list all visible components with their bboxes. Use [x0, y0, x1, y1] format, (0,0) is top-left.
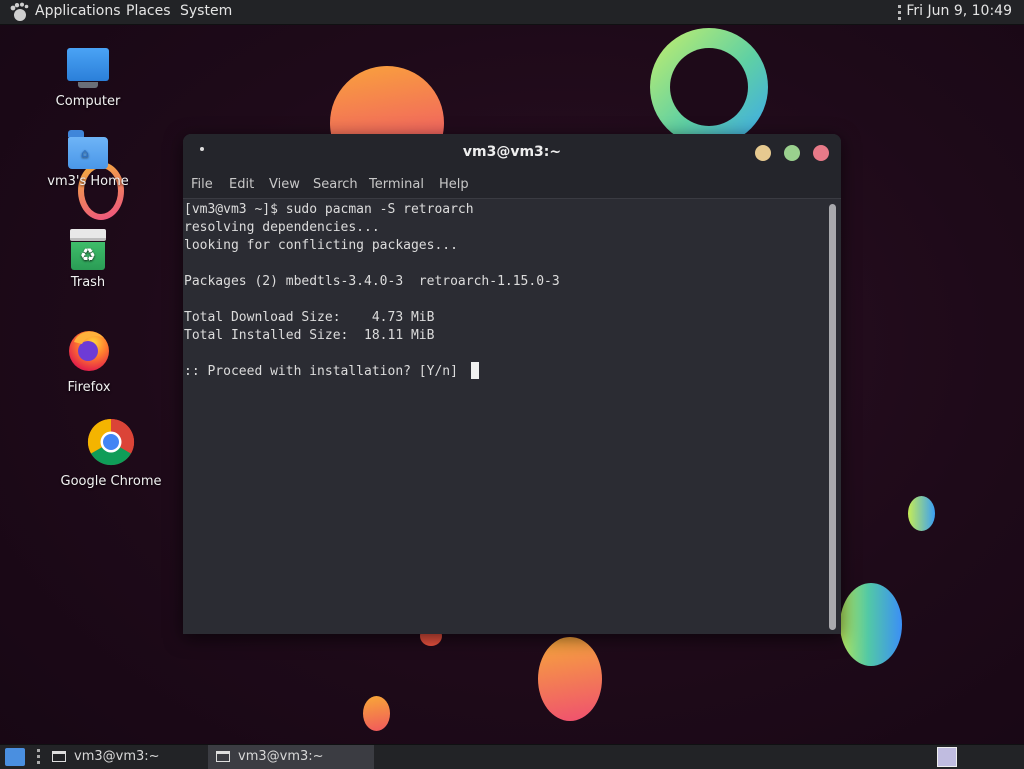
desktop-icon-computer[interactable]: Computer	[33, 48, 143, 109]
workspace-switcher-2[interactable]	[964, 747, 984, 767]
taskbar-item-label: vm3@vm3:~	[74, 749, 160, 764]
taskbar-item[interactable]: vm3@vm3:~	[44, 745, 204, 769]
menu-file[interactable]: File	[191, 177, 213, 192]
panel-handle	[37, 749, 40, 765]
show-desktop-icon[interactable]	[5, 748, 25, 766]
chrome-icon	[87, 418, 135, 466]
terminal-line: Total Download Size: 4.73 MiB	[184, 310, 435, 325]
wallpaper-shape	[908, 496, 935, 531]
menu-places[interactable]: Places	[126, 3, 171, 19]
window-title: vm3@vm3:~	[462, 144, 562, 160]
terminal-line: [vm3@vm3 ~]$ sudo pacman -S retroarch	[184, 202, 474, 217]
text-cursor	[471, 362, 479, 379]
menu-applications[interactable]: Applications	[35, 3, 121, 19]
terminal-window[interactable]: vm3@vm3:~ File Edit View Search Terminal…	[183, 134, 841, 634]
clock[interactable]: Fri Jun 9, 10:49	[906, 3, 1012, 19]
titlebar[interactable]: vm3@vm3:~	[183, 134, 841, 172]
bottom-panel: vm3@vm3:~ vm3@vm3:~	[0, 744, 1024, 769]
wallpaper-shape	[363, 696, 390, 731]
wallpaper-ring	[650, 28, 768, 146]
taskbar-item-active[interactable]: vm3@vm3:~	[208, 745, 374, 769]
menu-help[interactable]: Help	[439, 177, 469, 192]
menu-search[interactable]: Search	[313, 177, 358, 192]
scrollbar[interactable]	[829, 204, 836, 630]
terminal-line: resolving dependencies...	[184, 220, 380, 235]
wallpaper-shape	[538, 637, 602, 721]
close-button[interactable]	[813, 145, 829, 161]
desktop-icon-label: Trash	[70, 275, 106, 290]
desktop-icon-firefox[interactable]: Firefox	[34, 326, 144, 395]
wallpaper-shape	[840, 583, 902, 666]
menu-system[interactable]: System	[180, 3, 232, 19]
workspace-switcher-1[interactable]	[937, 747, 957, 767]
maximize-button[interactable]	[784, 145, 800, 161]
home-folder-icon: ⌂	[68, 130, 108, 170]
desktop-icon-trash[interactable]: ♻ Trash	[33, 229, 143, 290]
menu-view[interactable]: View	[269, 177, 300, 192]
panel-handle	[898, 3, 901, 21]
trash-icon: ♻	[70, 229, 106, 271]
terminal-window-icon	[52, 751, 66, 762]
desktop-icon-label: Firefox	[67, 380, 111, 395]
terminal-line: looking for conflicting packages...	[184, 238, 458, 253]
desktop-icon-label: Computer	[55, 94, 121, 109]
desktop-icon-chrome[interactable]: Google Chrome	[56, 418, 166, 489]
terminal-menubar: File Edit View Search Terminal Help	[183, 172, 841, 199]
taskbar-item-label: vm3@vm3:~	[238, 749, 324, 764]
minimize-button[interactable]	[755, 145, 771, 161]
gnome-foot-icon[interactable]	[8, 2, 30, 22]
firefox-icon	[69, 331, 109, 371]
terminal-prompt: :: Proceed with installation? [Y/n]	[184, 364, 466, 379]
terminal-window-icon	[216, 751, 230, 762]
menu-edit[interactable]: Edit	[229, 177, 254, 192]
terminal-line: Packages (2) mbedtls-3.4.0-3 retroarch-1…	[184, 274, 560, 289]
menu-terminal[interactable]: Terminal	[369, 177, 424, 192]
desktop-icon-label: Google Chrome	[60, 474, 162, 489]
terminal-line: Total Installed Size: 18.11 MiB	[184, 328, 435, 343]
top-panel: Applications Places System Fri Jun 9, 10…	[0, 0, 1024, 25]
desktop-icon-home[interactable]: ⌂ vm3's Home	[33, 130, 143, 189]
desktop-icon-label: vm3's Home	[47, 174, 129, 189]
terminal-output[interactable]: [vm3@vm3 ~]$ sudo pacman -S retroarch re…	[183, 199, 828, 634]
computer-icon	[67, 48, 109, 90]
